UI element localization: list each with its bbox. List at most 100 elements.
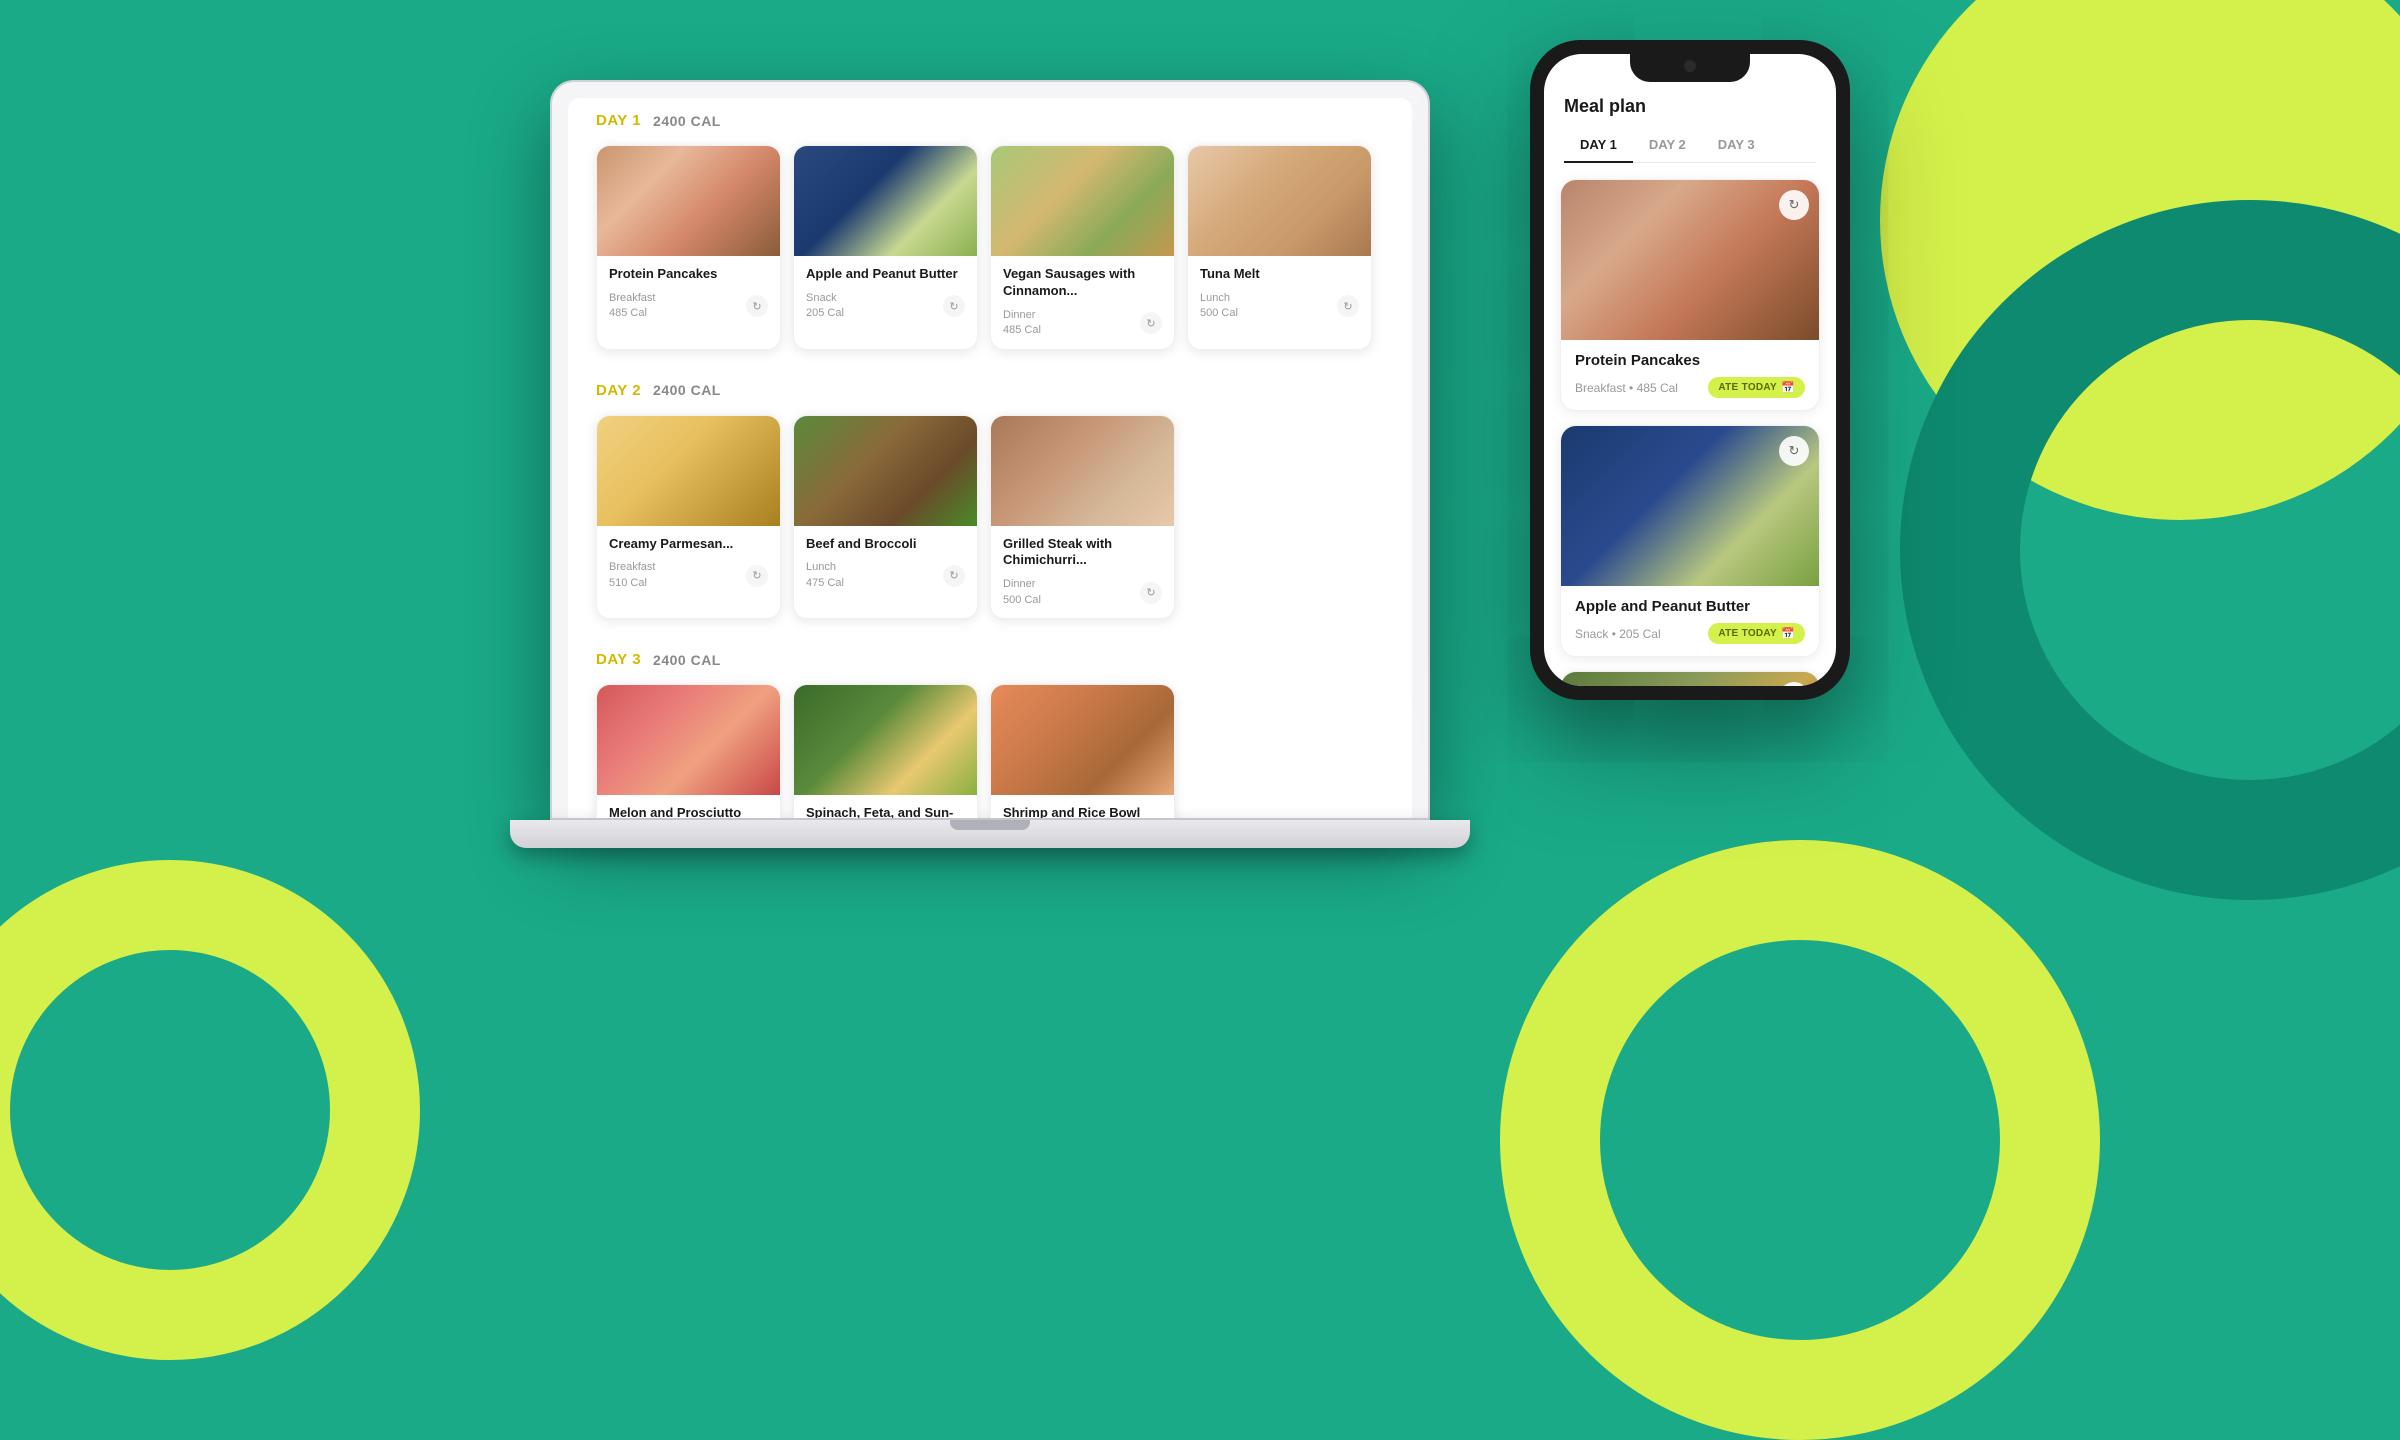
phone-meal-card-pancakes[interactable]: ↻ Protein Pancakes Breakfast • 485 Cal xyxy=(1560,179,1820,411)
refresh-icon[interactable]: ↻ xyxy=(1140,312,1162,334)
meal-sub: Lunch 475 Cal xyxy=(806,560,844,591)
day1-header: DAY 1 2400 CAL xyxy=(596,112,1384,129)
meal-meta: Dinner 500 Cal ↻ xyxy=(1003,577,1162,608)
meal-card-tuna-melt[interactable]: Tuna Melt Lunch 500 Cal ↻ xyxy=(1187,145,1372,350)
refresh-icon[interactable]: ↻ xyxy=(1337,295,1359,317)
phone-img-wrapper: ↻ xyxy=(1561,672,1819,686)
meal-sub: Dinner 485 Cal xyxy=(1003,308,1041,339)
meal-image-pancakes xyxy=(597,146,780,256)
phone-meal-title: Protein Pancakes xyxy=(1575,352,1805,369)
main-container: DAY 1 2400 CAL Protein Pancakes xyxy=(0,0,2400,1260)
phone-meal-card-vegan[interactable]: ↻ xyxy=(1560,671,1820,686)
meal-card-body: Spinach, Feta, and Sun-Dried... Lunch 42… xyxy=(794,795,977,818)
phone-meal-meta: Breakfast • 485 Cal ATE TODAY 📅 xyxy=(1575,377,1805,398)
meal-sub: Breakfast 485 Cal xyxy=(609,291,655,322)
meal-title: Vegan Sausages with Cinnamon... xyxy=(1003,266,1162,300)
day3-section: DAY 3 2400 CAL Melon and Prosciutto xyxy=(596,651,1384,818)
day2-calories: 2400 CAL xyxy=(653,382,721,398)
meal-title: Tuna Melt xyxy=(1200,266,1359,283)
day2-meals-row: Creamy Parmesan... Breakfast 510 Cal ↻ xyxy=(596,415,1384,620)
meal-meta: Lunch 500 Cal ↻ xyxy=(1200,291,1359,322)
phone-meal-img-vegan xyxy=(1561,672,1819,686)
meal-card-shrimp-rice[interactable]: Shrimp and Rice Bowl Dinner 510 Cal ↻ xyxy=(990,684,1175,818)
phone-meal-body: Protein Pancakes Breakfast • 485 Cal ATE… xyxy=(1561,340,1819,410)
meal-card-body: Beef and Broccoli Lunch 475 Cal ↻ xyxy=(794,526,977,602)
meal-title: Beef and Broccoli xyxy=(806,536,965,553)
phone-meal-body: Apple and Peanut Butter Snack • 205 Cal … xyxy=(1561,586,1819,656)
phone-img-wrapper: ↻ xyxy=(1561,180,1819,340)
meal-card-body: Tuna Melt Lunch 500 Cal ↻ xyxy=(1188,256,1371,332)
phone-content: Meal plan DAY 1 DAY 2 DAY 3 ↻ xyxy=(1544,54,1836,686)
phone-meal-meta: Snack • 205 Cal ATE TODAY 📅 xyxy=(1575,623,1805,644)
laptop-notch xyxy=(950,820,1030,830)
meal-sub: Breakfast 510 Cal xyxy=(609,560,655,591)
meal-title: Melon and Prosciutto xyxy=(609,805,768,818)
phone: Meal plan DAY 1 DAY 2 DAY 3 ↻ xyxy=(1530,40,1850,700)
ate-today-badge[interactable]: ATE TODAY 📅 xyxy=(1708,377,1805,398)
meal-card-beef-broccoli[interactable]: Beef and Broccoli Lunch 475 Cal ↻ xyxy=(793,415,978,620)
refresh-icon[interactable]: ↻ xyxy=(943,295,965,317)
meal-card-creamy-parmesan[interactable]: Creamy Parmesan... Breakfast 510 Cal ↻ xyxy=(596,415,781,620)
tab-day2[interactable]: DAY 2 xyxy=(1633,129,1702,162)
phone-screen: Meal plan DAY 1 DAY 2 DAY 3 ↻ xyxy=(1544,54,1836,686)
meal-title: Shrimp and Rice Bowl xyxy=(1003,805,1162,818)
meal-sub: Dinner 500 Cal xyxy=(1003,577,1041,608)
meal-image-beef-broccoli xyxy=(794,416,977,526)
meal-image-grilled-steak xyxy=(991,416,1174,526)
day3-label: DAY 3 xyxy=(596,651,641,668)
day3-meals-row: Melon and Prosciutto Breakfast 280 Cal ↻ xyxy=(596,684,1384,818)
day3-header: DAY 3 2400 CAL xyxy=(596,651,1384,668)
phone-img-wrapper: ↻ xyxy=(1561,426,1819,586)
meal-image-shrimp xyxy=(991,685,1174,795)
meal-image-melon xyxy=(597,685,780,795)
laptop-base xyxy=(510,820,1470,848)
phone-meal-sub: Snack • 205 Cal xyxy=(1575,627,1661,641)
meal-card-body: Shrimp and Rice Bowl Dinner 510 Cal ↻ xyxy=(991,795,1174,818)
laptop-screen: DAY 1 2400 CAL Protein Pancakes xyxy=(568,98,1412,818)
meal-title: Grilled Steak with Chimichurri... xyxy=(1003,536,1162,570)
day1-label: DAY 1 xyxy=(596,112,641,129)
refresh-icon[interactable]: ↻ xyxy=(943,565,965,587)
refresh-icon[interactable]: ↻ xyxy=(746,295,768,317)
laptop: DAY 1 2400 CAL Protein Pancakes xyxy=(550,80,1430,820)
day3-calories: 2400 CAL xyxy=(653,652,721,668)
refresh-icon[interactable]: ↻ xyxy=(746,565,768,587)
phone-meal-sub: Breakfast • 485 Cal xyxy=(1575,381,1678,395)
phone-meal-card-apple-pb[interactable]: ↻ Apple and Peanut Butter Snack • 205 Ca… xyxy=(1560,425,1820,657)
phone-refresh-btn[interactable]: ↻ xyxy=(1779,436,1809,466)
meal-card-body: Grilled Steak with Chimichurri... Dinner… xyxy=(991,526,1174,619)
phone-header: Meal plan DAY 1 DAY 2 DAY 3 xyxy=(1544,96,1836,163)
phone-wrapper: Meal plan DAY 1 DAY 2 DAY 3 ↻ xyxy=(1530,40,1850,700)
phone-title: Meal plan xyxy=(1564,96,1816,117)
meal-card-body: Creamy Parmesan... Breakfast 510 Cal ↻ xyxy=(597,526,780,602)
meal-card-body: Vegan Sausages with Cinnamon... Dinner 4… xyxy=(991,256,1174,349)
meal-card-spinach-feta[interactable]: Spinach, Feta, and Sun-Dried... Lunch 42… xyxy=(793,684,978,818)
tab-day3[interactable]: DAY 3 xyxy=(1702,129,1771,162)
phone-tabs: DAY 1 DAY 2 DAY 3 xyxy=(1564,129,1816,163)
meal-card-grilled-steak[interactable]: Grilled Steak with Chimichurri... Dinner… xyxy=(990,415,1175,620)
meal-meta: Snack 205 Cal ↻ xyxy=(806,291,965,322)
meal-image-spinach xyxy=(794,685,977,795)
day2-section: DAY 2 2400 CAL Creamy Parmesan... xyxy=(596,382,1384,620)
meal-meta: Lunch 475 Cal ↻ xyxy=(806,560,965,591)
phone-refresh-btn[interactable]: ↻ xyxy=(1779,190,1809,220)
meal-card-apple-pb[interactable]: Apple and Peanut Butter Snack 205 Cal ↻ xyxy=(793,145,978,350)
meal-title: Creamy Parmesan... xyxy=(609,536,768,553)
meal-meta: Dinner 485 Cal ↻ xyxy=(1003,308,1162,339)
day1-section: DAY 1 2400 CAL Protein Pancakes xyxy=(596,112,1384,350)
day2-label: DAY 2 xyxy=(596,382,641,399)
meal-sub: Lunch 500 Cal xyxy=(1200,291,1238,322)
meal-meta: Breakfast 485 Cal ↻ xyxy=(609,291,768,322)
meal-image-creamy-parmesan xyxy=(597,416,780,526)
ate-today-badge[interactable]: ATE TODAY 📅 xyxy=(1708,623,1805,644)
meal-card-vegan-sausages[interactable]: Vegan Sausages with Cinnamon... Dinner 4… xyxy=(990,145,1175,350)
tab-day1[interactable]: DAY 1 xyxy=(1564,129,1633,162)
phone-meal-title: Apple and Peanut Butter xyxy=(1575,598,1805,615)
meal-card-melon-prosciutto[interactable]: Melon and Prosciutto Breakfast 280 Cal ↻ xyxy=(596,684,781,818)
day2-header: DAY 2 2400 CAL xyxy=(596,382,1384,399)
meal-image-tuna xyxy=(1188,146,1371,256)
refresh-icon[interactable]: ↻ xyxy=(1140,582,1162,604)
meal-card-protein-pancakes[interactable]: Protein Pancakes Breakfast 485 Cal ↻ xyxy=(596,145,781,350)
meal-title: Spinach, Feta, and Sun-Dried... xyxy=(806,805,965,818)
meal-image-vegan xyxy=(991,146,1174,256)
